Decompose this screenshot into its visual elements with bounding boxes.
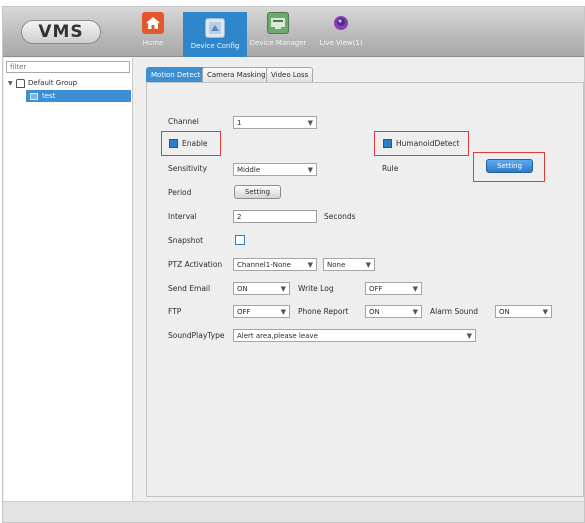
device-manager-icon	[267, 12, 289, 34]
ptz-channel-value: Channel1-None	[237, 260, 291, 269]
home-icon	[142, 12, 164, 34]
sound-play-type-select[interactable]: Alert area,please leave ▼	[233, 329, 476, 342]
vms-logo: VMS	[21, 20, 101, 44]
ptz-channel-select[interactable]: Channel1-None ▼	[233, 258, 317, 271]
tab-camera-masking[interactable]: Camera Masking	[202, 67, 271, 82]
tree-item-default-group[interactable]: ▼ Default Group	[8, 77, 77, 89]
enable-label: Enable	[182, 139, 208, 148]
write-log-value: OFF	[369, 284, 383, 293]
group-icon	[16, 78, 25, 88]
device-tree-panel: ▼ Default Group test	[4, 58, 133, 522]
sensitivity-label: Sensitivity	[168, 164, 208, 173]
humanoid-detect-checkbox[interactable]	[383, 139, 392, 148]
tab-video-loss[interactable]: Video Loss	[266, 67, 314, 82]
chevron-down-icon: ▼	[307, 118, 313, 127]
snapshot-checkbox[interactable]	[235, 235, 245, 245]
send-email-value: ON	[237, 284, 248, 293]
chevron-down-icon: ▼	[542, 307, 548, 316]
nav-device-config-label: Device Config	[190, 42, 240, 50]
enable-checkbox[interactable]	[169, 139, 178, 148]
send-email-select[interactable]: ON ▼	[233, 282, 290, 295]
alarm-sound-select[interactable]: ON ▼	[495, 305, 552, 318]
interval-input[interactable]: 2	[233, 210, 317, 223]
write-log-label: Write Log	[298, 284, 334, 293]
chevron-down-icon: ▼	[412, 307, 418, 316]
sensitivity-value: Middle	[237, 165, 261, 174]
sound-play-type-value: Alert area,please leave	[237, 331, 318, 340]
device-config-icon	[205, 18, 225, 38]
main-content: Motion Detect Camera Masking Video Loss …	[138, 58, 584, 522]
send-email-label: Send Email	[168, 284, 211, 293]
ftp-label: FTP	[168, 307, 182, 316]
interval-label: Interval	[168, 212, 197, 221]
status-bar	[3, 501, 584, 522]
vms-window: VMS Home Device Config Device Manager Li…	[2, 6, 585, 523]
rule-setting-button[interactable]: Setting	[486, 159, 533, 173]
tree-item-device-test[interactable]: test	[26, 90, 131, 102]
phone-report-label: Phone Report	[298, 307, 349, 316]
channel-select[interactable]: 1 ▼	[233, 116, 317, 129]
alarm-sound-value: ON	[499, 307, 510, 316]
interval-unit-label: Seconds	[324, 212, 356, 221]
channel-label: Channel	[168, 117, 199, 126]
write-log-select[interactable]: OFF ▼	[365, 282, 422, 295]
period-label: Period	[168, 188, 192, 197]
top-toolbar: VMS Home Device Config Device Manager Li…	[3, 7, 584, 57]
chevron-down-icon: ▼	[307, 260, 313, 269]
filter-input[interactable]	[6, 61, 130, 73]
motion-detect-panel: Channel 1 ▼ Enable HumanoidDetect Sensit…	[146, 82, 584, 497]
camera-icon	[30, 92, 38, 100]
chevron-down-icon: ▼	[280, 307, 286, 316]
expand-arrow-icon[interactable]: ▼	[8, 80, 16, 87]
rule-label: Rule	[382, 164, 399, 173]
chevron-down-icon: ▼	[280, 284, 286, 293]
phone-report-value: ON	[369, 307, 380, 316]
nav-live-view-button[interactable]: Live View(1)	[313, 9, 369, 55]
channel-value: 1	[237, 118, 242, 127]
phone-report-select[interactable]: ON ▼	[365, 305, 422, 318]
ptz-preset-select[interactable]: None ▼	[323, 258, 375, 271]
chevron-down-icon: ▼	[412, 284, 418, 293]
snapshot-label: Snapshot	[168, 236, 204, 245]
humanoid-detect-label: HumanoidDetect	[396, 139, 460, 148]
nav-device-manager-label: Device Manager	[249, 39, 307, 47]
chevron-down-icon: ▼	[307, 165, 313, 174]
period-setting-button[interactable]: Setting	[234, 185, 281, 199]
alarm-sound-label: Alarm Sound	[430, 307, 479, 316]
live-view-icon	[330, 12, 352, 34]
tab-motion-detect[interactable]: Motion Detect	[146, 67, 206, 82]
sound-play-type-label: SoundPlayType	[168, 331, 225, 340]
tree-item-device-label: test	[42, 92, 56, 100]
ftp-value: OFF	[237, 307, 251, 316]
nav-device-manager-button[interactable]: Device Manager	[247, 9, 309, 55]
nav-device-config-button[interactable]: Device Config	[183, 12, 247, 57]
tree-item-group-label: Default Group	[28, 79, 78, 87]
nav-home-button[interactable]: Home	[133, 9, 173, 55]
nav-live-view-label: Live View(1)	[319, 39, 363, 47]
chevron-down-icon: ▼	[466, 331, 472, 340]
ftp-select[interactable]: OFF ▼	[233, 305, 290, 318]
chevron-down-icon: ▼	[365, 260, 371, 269]
ptz-activation-label: PTZ Activation	[168, 260, 223, 269]
sensitivity-select[interactable]: Middle ▼	[233, 163, 317, 176]
ptz-preset-value: None	[327, 260, 346, 269]
nav-home-label: Home	[142, 39, 164, 47]
